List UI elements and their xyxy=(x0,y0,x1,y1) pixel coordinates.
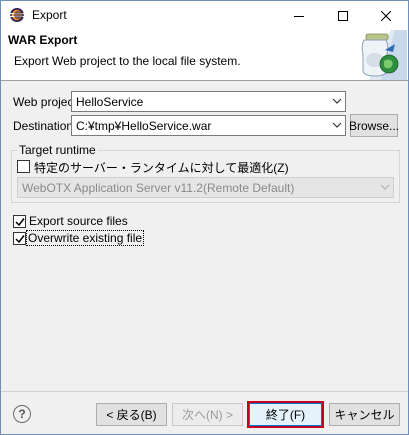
destination-combo[interactable]: C:¥tmp¥HelloService.war xyxy=(71,115,346,136)
maximize-button[interactable] xyxy=(321,1,365,30)
runtime-combo: WebOTX Application Server v11.2(Remote D… xyxy=(17,177,394,198)
cancel-button[interactable]: キャンセル xyxy=(329,403,400,426)
destination-label: Destination: xyxy=(13,119,77,133)
overwrite-checkbox[interactable] xyxy=(13,232,26,245)
banner-description: Export Web project to the local file sys… xyxy=(14,54,241,68)
finish-label: 終了(F) xyxy=(265,408,306,422)
browse-button[interactable]: Browse... xyxy=(349,114,399,137)
window-title: Export xyxy=(32,8,67,22)
chevron-down-icon xyxy=(332,98,342,104)
export-dialog: Export WAR Export Export Web project to … xyxy=(0,0,409,435)
footer-separator xyxy=(1,391,408,392)
export-source-checkbox[interactable] xyxy=(13,215,26,228)
back-button[interactable]: < 戻る(B) xyxy=(96,403,167,426)
web-project-combo[interactable]: HelloService xyxy=(71,91,346,112)
chevron-down-icon xyxy=(332,122,342,128)
war-export-wizard-icon xyxy=(361,30,407,80)
maximize-icon xyxy=(338,10,348,21)
overwrite-label[interactable]: Overwrite existing file xyxy=(25,230,145,246)
help-button[interactable]: ? xyxy=(13,405,31,423)
minimize-icon xyxy=(294,15,304,17)
optimize-label[interactable]: 特定のサーバー・ランタイムに対して最適化(Z) xyxy=(34,159,289,176)
target-runtime-label: Target runtime xyxy=(17,143,98,157)
web-project-value: HelloService xyxy=(76,95,144,109)
close-button[interactable] xyxy=(364,1,408,30)
minimize-button[interactable] xyxy=(277,1,321,30)
eclipse-icon xyxy=(10,8,24,22)
next-button[interactable]: 次へ(N) > xyxy=(172,403,243,426)
optimize-checkbox[interactable] xyxy=(17,160,30,173)
title-bar[interactable]: Export xyxy=(1,1,408,30)
runtime-value: WebOTX Application Server v11.2(Remote D… xyxy=(22,181,295,195)
chevron-down-icon xyxy=(380,184,390,190)
checkmark-icon xyxy=(15,235,25,244)
finish-button[interactable]: 終了(F) xyxy=(247,401,324,428)
close-icon xyxy=(381,10,391,21)
destination-value: C:¥tmp¥HelloService.war xyxy=(76,119,212,133)
wizard-banner: WAR Export Export Web project to the loc… xyxy=(1,30,408,81)
export-source-label[interactable]: Export source files xyxy=(29,214,128,228)
banner-title: WAR Export xyxy=(8,33,78,47)
checkmark-icon xyxy=(15,218,25,227)
